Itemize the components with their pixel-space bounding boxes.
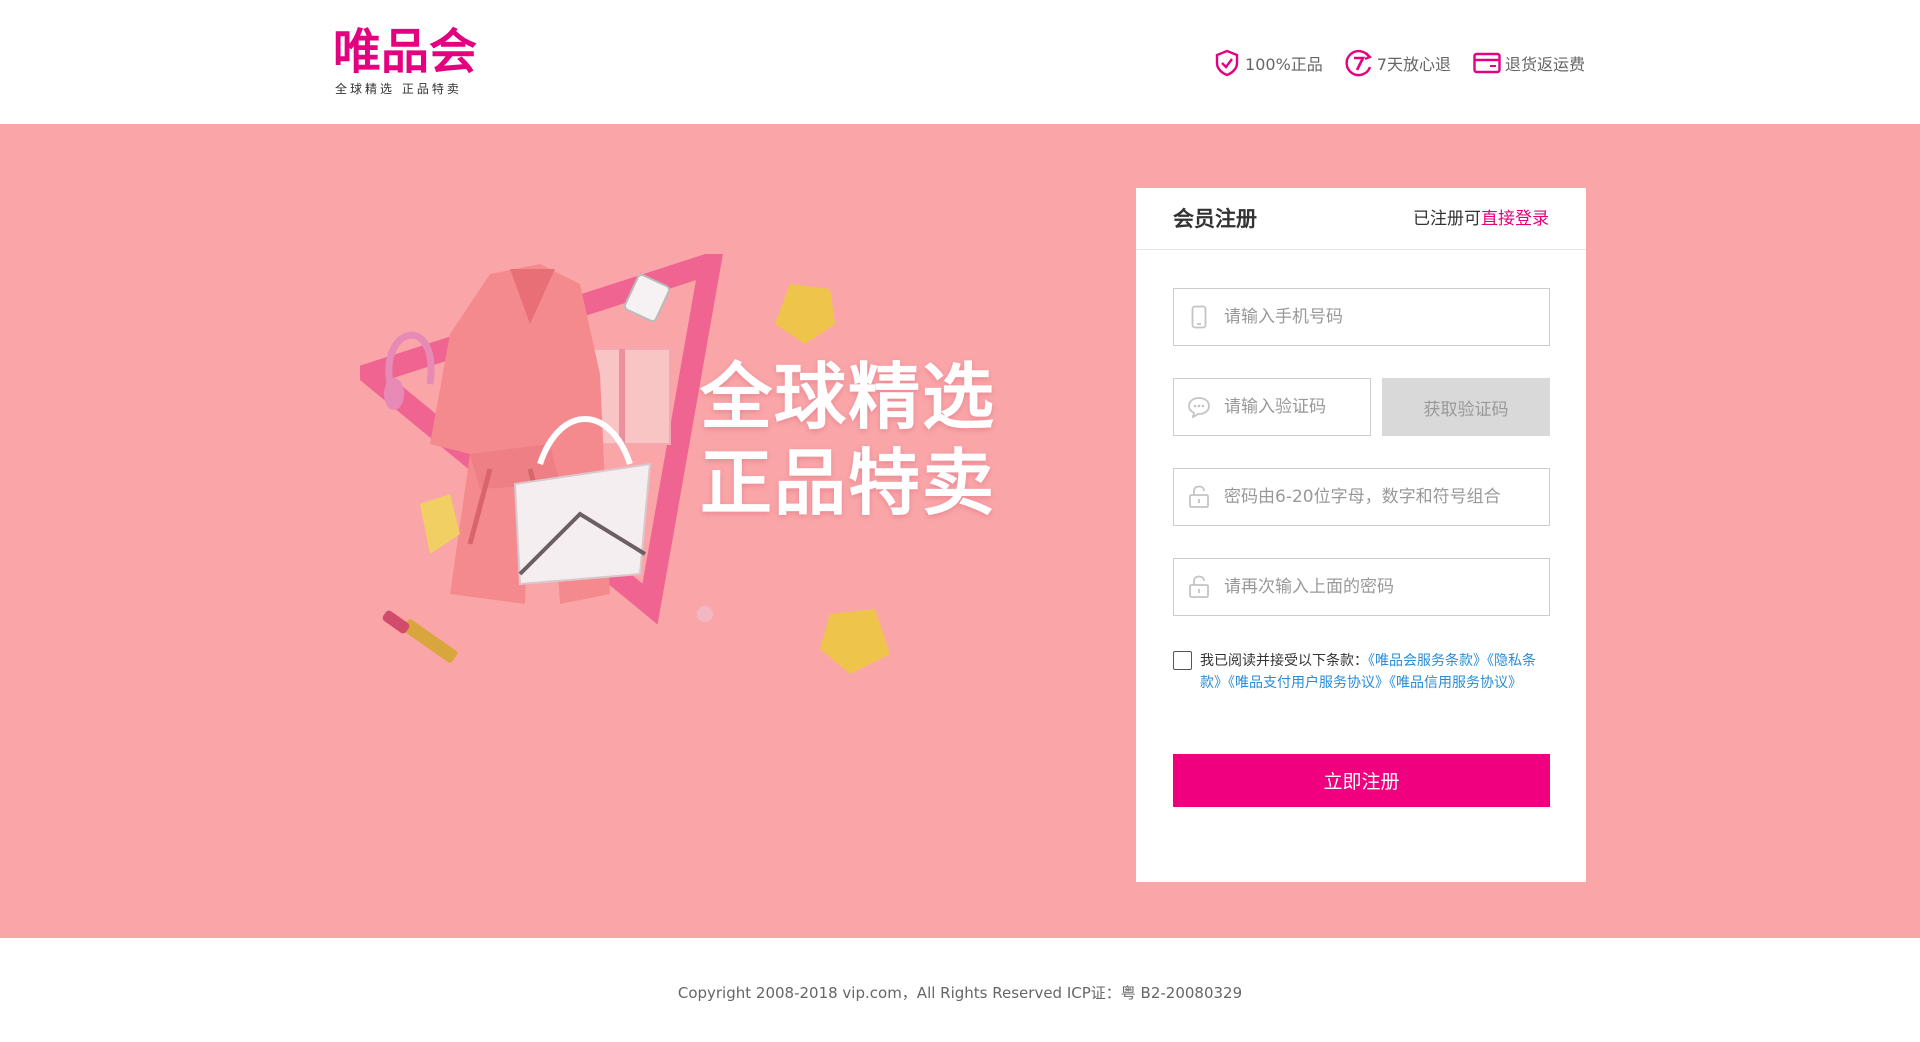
promise-return-label: 7天放心退 bbox=[1376, 55, 1451, 74]
password-field[interactable] bbox=[1173, 468, 1550, 526]
logo-tagline: 全球精选 正品特卖 bbox=[335, 82, 462, 96]
confirm-password-field[interactable] bbox=[1173, 558, 1550, 616]
phone-input[interactable] bbox=[1224, 290, 1549, 344]
slogan-line-1: 全球精选 bbox=[700, 355, 997, 439]
sms-code-input[interactable] bbox=[1224, 380, 1370, 434]
register-submit-button[interactable]: 立即注册 bbox=[1173, 754, 1550, 807]
banner-slogan: 全球精选 正品特卖 bbox=[700, 354, 996, 526]
vip-logo[interactable]: 唯品会 全球精选 正品特卖 bbox=[333, 24, 493, 96]
site-header: 唯品会 全球精选 正品特卖 100%正品 7天放心退 退货返运费 bbox=[0, 0, 1920, 124]
register-card: 会员注册 已注册可直接登录 请输入手机号码 请输入验证码 获取验证码 我已阅读并… bbox=[1136, 188, 1586, 882]
agreement-text: 我已阅读并接受以下条款：《唯品会服务条款》《隐私条款》《唯品支付用户服务协议》《… bbox=[1200, 650, 1551, 694]
card-refund-icon bbox=[1473, 49, 1501, 77]
seven-days-icon bbox=[1345, 49, 1373, 77]
register-banner: 全球精选 正品特卖 会员注册 已注册可直接登录 请输入手机号码 请输入验证码 获… bbox=[0, 124, 1920, 938]
agreement-prefix: 我已阅读并接受以下条款： bbox=[1200, 653, 1368, 669]
slogan-line-2: 正品特卖 bbox=[700, 441, 997, 525]
login-prompt: 已注册可直接登录 bbox=[1413, 208, 1549, 230]
direct-login-link[interactable]: 直接登录 bbox=[1481, 209, 1549, 229]
login-prompt-text: 已注册可 bbox=[1413, 209, 1481, 229]
promise-return: 7天放心退 bbox=[1345, 49, 1451, 77]
service-terms-link[interactable]: 《唯品会服务条款》 bbox=[1368, 653, 1487, 669]
password-input[interactable] bbox=[1224, 470, 1549, 524]
mobile-phone-icon bbox=[1174, 289, 1224, 345]
confirm-password-input[interactable] bbox=[1224, 560, 1549, 614]
payment-agreement-link[interactable]: 《唯品支付用户服务协议》 bbox=[1228, 675, 1389, 691]
service-promises: 100%正品 7天放心退 退货返运费 bbox=[1191, 47, 1585, 79]
site-footer: Copyright 2008-2018 vip.com，All Rights R… bbox=[0, 938, 1920, 1042]
get-code-button[interactable]: 获取验证码 bbox=[1382, 378, 1550, 436]
promise-authentic-label: 100%正品 bbox=[1245, 55, 1323, 74]
agreement-checkbox[interactable] bbox=[1173, 651, 1192, 670]
register-title: 会员注册 bbox=[1173, 207, 1257, 231]
sms-code-field[interactable] bbox=[1173, 378, 1371, 436]
lock-icon bbox=[1174, 559, 1224, 615]
chat-bubble-icon bbox=[1174, 379, 1224, 435]
logo-text: 唯品会 bbox=[333, 24, 478, 80]
promise-authentic: 100%正品 bbox=[1213, 49, 1323, 77]
copyright-text: Copyright 2008-2018 vip.com，All Rights R… bbox=[677, 984, 1243, 1002]
promise-freight: 退货返运费 bbox=[1473, 49, 1585, 77]
lock-icon bbox=[1174, 469, 1224, 525]
register-card-header: 会员注册 已注册可直接登录 bbox=[1136, 188, 1586, 250]
shield-check-icon bbox=[1213, 49, 1241, 77]
phone-field[interactable] bbox=[1173, 288, 1550, 346]
credit-agreement-link[interactable]: 《唯品信用服务协议》 bbox=[1389, 675, 1522, 691]
promise-freight-label: 退货返运费 bbox=[1504, 55, 1585, 74]
